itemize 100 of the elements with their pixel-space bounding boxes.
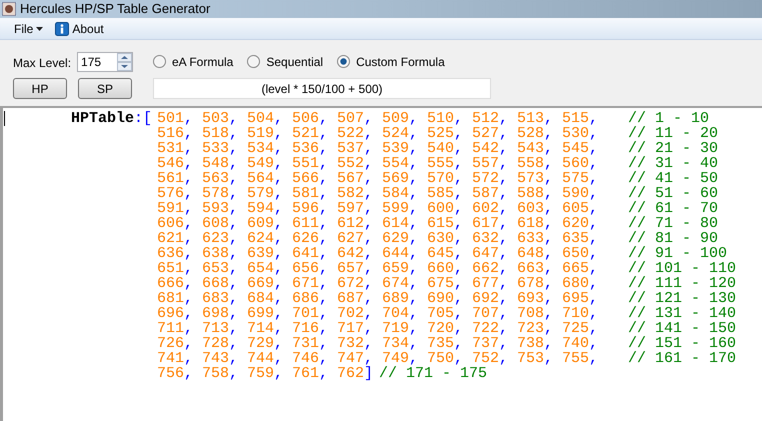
table-value: 566, — [292, 171, 330, 186]
table-value: 593, — [202, 201, 240, 216]
window-title: Hercules HP/SP Table Generator — [20, 0, 210, 18]
table-value: 663, — [517, 261, 554, 276]
formula-radio[interactable]: Custom Formula — [337, 52, 445, 70]
formula-radio[interactable]: eA Formula — [153, 52, 234, 70]
table-value: 630, — [427, 231, 464, 246]
table-value: 564, — [247, 171, 284, 186]
table-value: 654, — [247, 261, 284, 276]
table-value: 627, — [337, 231, 374, 246]
table-value: 701, — [292, 306, 330, 321]
table-value: 687, — [337, 291, 374, 306]
table-value: 690, — [427, 291, 464, 306]
max-level-spinner[interactable]: 175 — [77, 52, 133, 72]
table-value: 684, — [247, 291, 284, 306]
table-value: 557, — [472, 156, 510, 171]
table-value: 533, — [202, 141, 240, 156]
table-value: 542, — [472, 141, 510, 156]
range-comment: // 151 - 160 — [628, 336, 736, 351]
table-value: 656, — [292, 261, 330, 276]
range-comment: // 161 - 170 — [628, 351, 736, 366]
table-value: 525, — [427, 126, 464, 141]
table-value: 699, — [247, 306, 284, 321]
table-value: 582, — [337, 186, 374, 201]
table-value: 555, — [427, 156, 464, 171]
table-value: 669, — [247, 276, 284, 291]
table-value: 539, — [382, 141, 420, 156]
table-value: 668, — [202, 276, 240, 291]
range-comment: // 81 - 90 — [628, 231, 718, 246]
table-value: 636, — [157, 246, 194, 261]
menu-item[interactable]: File — [12, 20, 46, 38]
range-comment: // 51 - 60 — [628, 186, 718, 201]
table-value: 645, — [427, 246, 464, 261]
range-comment: // 131 - 140 — [628, 306, 736, 321]
radio-icon — [247, 55, 260, 68]
range-comment: // 11 - 20 — [628, 126, 718, 141]
table-value: 522, — [337, 126, 374, 141]
table-value: 590, — [562, 186, 600, 201]
table-value: 536, — [292, 141, 330, 156]
table-value: 528, — [517, 126, 554, 141]
table-value: 707, — [472, 306, 510, 321]
table-value: 705, — [427, 306, 464, 321]
table-value: 696, — [157, 306, 194, 321]
table-value: 537, — [337, 141, 374, 156]
table-value: 734, — [382, 336, 420, 351]
formula-radio[interactable]: Sequential — [247, 52, 324, 70]
table-value: 708, — [517, 306, 554, 321]
table-value: 513, — [517, 111, 554, 126]
max-level-label: Max Level: — [13, 55, 72, 72]
table-value: 716, — [292, 321, 330, 336]
action-button[interactable]: HP — [13, 78, 67, 99]
table-value: 674, — [382, 276, 420, 291]
table-value: 576, — [157, 186, 194, 201]
table-value: 609, — [247, 216, 284, 231]
menu-item[interactable]: About — [53, 20, 106, 38]
table-value: 711, — [157, 321, 194, 336]
table-value: 581, — [292, 186, 330, 201]
range-comment: // 121 - 130 — [628, 291, 736, 306]
radio-icon — [153, 55, 166, 68]
table-value: 747, — [337, 351, 374, 366]
table-value: 752, — [472, 351, 510, 366]
table-value: 642, — [337, 246, 374, 261]
table-value: 597, — [337, 201, 374, 216]
table-value: 761, — [292, 366, 330, 381]
table-value: 729, — [247, 336, 284, 351]
table-value: 543, — [517, 141, 554, 156]
spinner-arrows-icon[interactable] — [117, 52, 132, 70]
table-value: 732, — [337, 336, 374, 351]
table-value: 594, — [247, 201, 284, 216]
table-value: 756, — [157, 366, 194, 381]
table-value: 624, — [247, 231, 284, 246]
code-editor[interactable] — [0, 108, 762, 421]
action-button[interactable]: SP — [78, 78, 132, 99]
table-value: 516, — [157, 126, 194, 141]
table-value: 653, — [202, 261, 240, 276]
table-value: 677, — [472, 276, 510, 291]
table-value: 738, — [517, 336, 554, 351]
range-comment: // 31 - 40 — [628, 156, 718, 171]
table-value: 750, — [427, 351, 464, 366]
table-value: 521, — [292, 126, 330, 141]
table-value: 585, — [427, 186, 464, 201]
table-value: 569, — [382, 171, 420, 186]
table-value: 515, — [562, 111, 600, 126]
table-value: 632, — [472, 231, 510, 246]
table-value: 635, — [562, 231, 600, 246]
table-value: 615, — [427, 216, 464, 231]
table-value: 659, — [382, 261, 420, 276]
table-value: 570, — [427, 171, 464, 186]
table-value: 681, — [157, 291, 194, 306]
table-value: 584, — [382, 186, 420, 201]
table-value: 605, — [562, 201, 600, 216]
range-comment: // 1 - 10 — [628, 111, 710, 126]
table-value: 689, — [382, 291, 420, 306]
table-value: 746, — [292, 351, 330, 366]
table-value: 743, — [202, 351, 240, 366]
table-value: 512, — [472, 111, 510, 126]
table-value: 686, — [292, 291, 330, 306]
table-value: 560, — [562, 156, 600, 171]
formula-field[interactable]: (level * 150/100 + 500) — [153, 78, 491, 99]
table-value: 755, — [562, 351, 600, 366]
